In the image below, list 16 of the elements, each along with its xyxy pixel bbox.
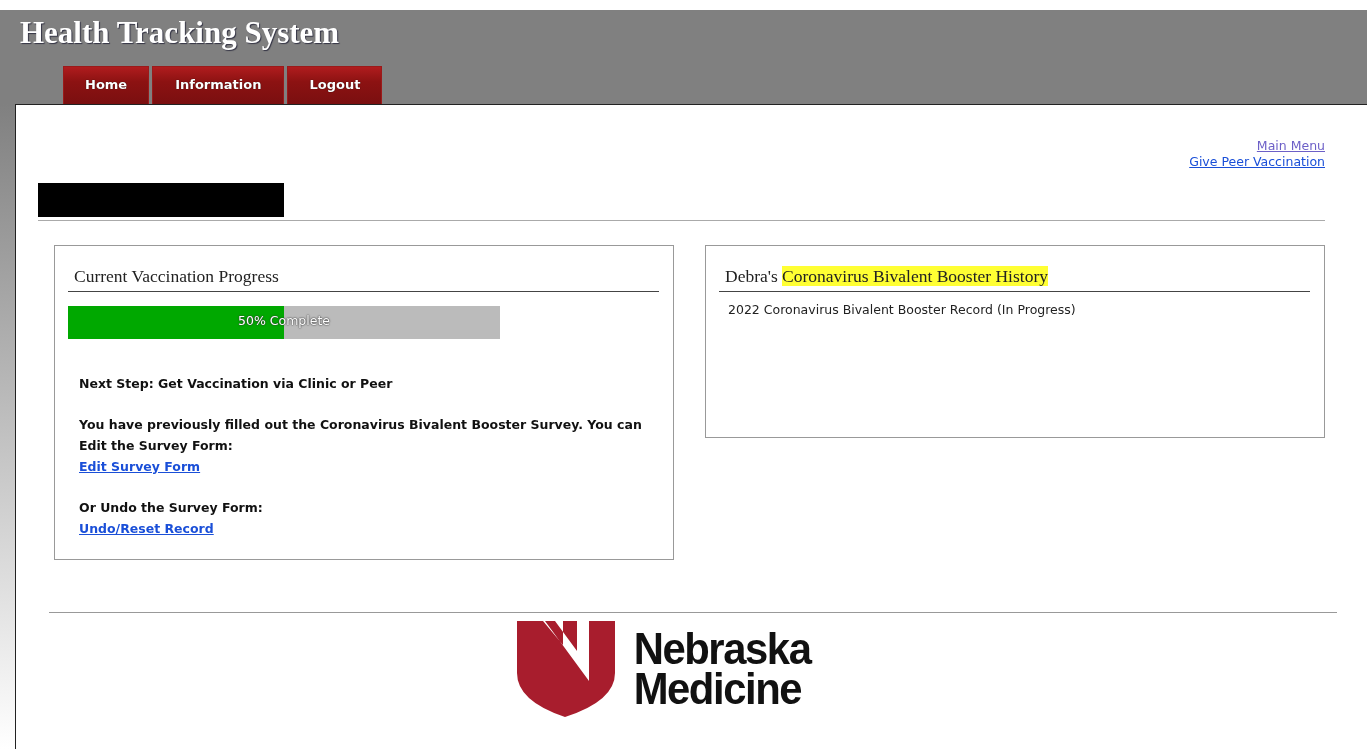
action-link[interactable]: Undo/Reset Record [79,521,214,536]
record-item: 2022 Coronavirus Bivalent Booster Record (In Progress) [727,302,1077,317]
nav-link[interactable]: Main Menu [1256,138,1325,154]
instruction-text: Next Step: Get Vaccination via Clinic or Peer [79,375,394,393]
shield-logo-icon [517,621,616,717]
nav-tab[interactable]: Home [63,66,150,104]
card-title: Debra's Coronavirus Bivalent Booster History [719,266,1310,292]
nav-link[interactable]: Give Peer Vaccination [1189,154,1325,170]
nav-tab[interactable]: Logout [287,66,383,104]
instruction-text: You have previously filled out the Coronavirus Bivalent Booster Survey. You can Edit the Survey Form: [79,416,643,455]
instruction-text: Or Undo the Survey Form: [79,499,264,517]
logo-text: Nebraska Medicine [634,629,811,709]
nav-tab[interactable]: Information [152,66,285,104]
action-link[interactable]: Edit Survey Form [79,459,201,474]
card-title: Current Vaccination Progress [68,266,659,292]
site-title: Health Tracking System [20,16,340,50]
